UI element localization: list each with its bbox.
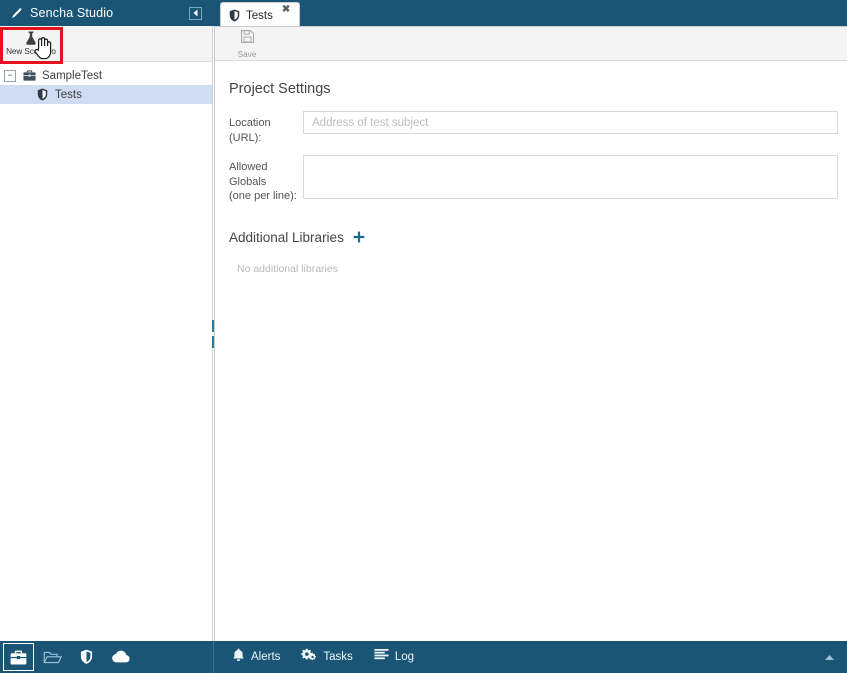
- briefcase-icon[interactable]: [3, 643, 34, 671]
- app-title: Sencha Studio: [30, 6, 114, 20]
- panel-content: Project Settings Location (URL): Allowed…: [215, 61, 847, 275]
- no-libraries-message: No additional libraries: [237, 262, 338, 275]
- additional-libraries-header: Additional Libraries: [215, 230, 847, 245]
- cloud-icon[interactable]: [105, 643, 136, 671]
- collapse-left-icon[interactable]: [189, 6, 202, 20]
- tree-label: SampleTest: [42, 69, 103, 82]
- allowed-globals-label-line1: Allowed Globals: [229, 161, 268, 188]
- main-region: Tests ✖ Save Project Settings Location (…: [214, 0, 847, 641]
- tab-label: Tests: [246, 9, 273, 22]
- pen-nib-icon: [9, 6, 23, 20]
- tab-bar: Tests ✖: [214, 0, 847, 28]
- floppy-disk-icon: [240, 29, 255, 49]
- left-sidebar: New Scenario − SampleTest Tests: [0, 26, 213, 641]
- tasks-button[interactable]: Tasks: [301, 648, 353, 667]
- tasks-label: Tasks: [323, 651, 353, 663]
- new-scenario-label: New Scenario: [6, 47, 56, 56]
- allowed-globals-textarea[interactable]: [303, 155, 838, 200]
- panel-toolbar: Save: [215, 27, 847, 61]
- allowed-globals-label: Allowed Globals (one per line):: [229, 155, 303, 204]
- tree-collapse-toggle[interactable]: −: [4, 69, 16, 82]
- shield-icon: [229, 9, 240, 22]
- close-icon[interactable]: ✖: [282, 5, 290, 15]
- location-label: Location (URL):: [229, 117, 271, 144]
- additional-libraries-title: Additional Libraries: [229, 229, 344, 245]
- alerts-button[interactable]: Alerts: [232, 648, 280, 667]
- new-scenario-button[interactable]: New Scenario: [2, 27, 60, 61]
- bottom-left-icon-group: [0, 641, 213, 673]
- tree-row-tests[interactable]: Tests: [0, 85, 212, 104]
- save-label: Save: [237, 49, 257, 59]
- log-label: Log: [394, 651, 414, 663]
- page-title: Project Settings: [229, 81, 331, 97]
- shield-icon[interactable]: [71, 643, 102, 671]
- sidebar-toolbar: New Scenario: [0, 26, 212, 62]
- location-url-input[interactable]: [303, 111, 838, 134]
- gears-icon: [301, 648, 317, 667]
- chevron-up-icon[interactable]: [824, 654, 835, 661]
- project-tree: − SampleTest Tests: [0, 62, 212, 104]
- tree-row-sampletest[interactable]: − SampleTest: [0, 66, 212, 85]
- bottom-status-bar: Alerts Tasks Log: [0, 641, 847, 673]
- bottom-right-items: Alerts Tasks Log: [213, 641, 847, 673]
- form-row-globals: Allowed Globals (one per line):: [215, 155, 847, 204]
- alerts-label: Alerts: [251, 651, 281, 663]
- tree-label: Tests: [55, 88, 82, 101]
- briefcase-icon: [21, 70, 37, 81]
- plus-icon[interactable]: [353, 231, 365, 243]
- flask-icon: [24, 31, 38, 46]
- log-button[interactable]: Log: [374, 648, 414, 666]
- save-button[interactable]: Save: [229, 28, 265, 60]
- bell-icon: [232, 648, 245, 667]
- folder-open-icon[interactable]: [37, 643, 68, 671]
- shield-icon: [34, 88, 50, 101]
- form-row-location: Location (URL):: [215, 111, 847, 145]
- tab-tests[interactable]: Tests ✖: [220, 2, 300, 28]
- application-window: Sencha Studio ?: [0, 0, 847, 673]
- allowed-globals-label-line2: (one per line):: [229, 190, 297, 203]
- log-lines-icon: [374, 648, 389, 666]
- tests-panel: Save Project Settings Location (URL): Al…: [214, 26, 847, 641]
- header-brand-area: Sencha Studio: [0, 0, 213, 26]
